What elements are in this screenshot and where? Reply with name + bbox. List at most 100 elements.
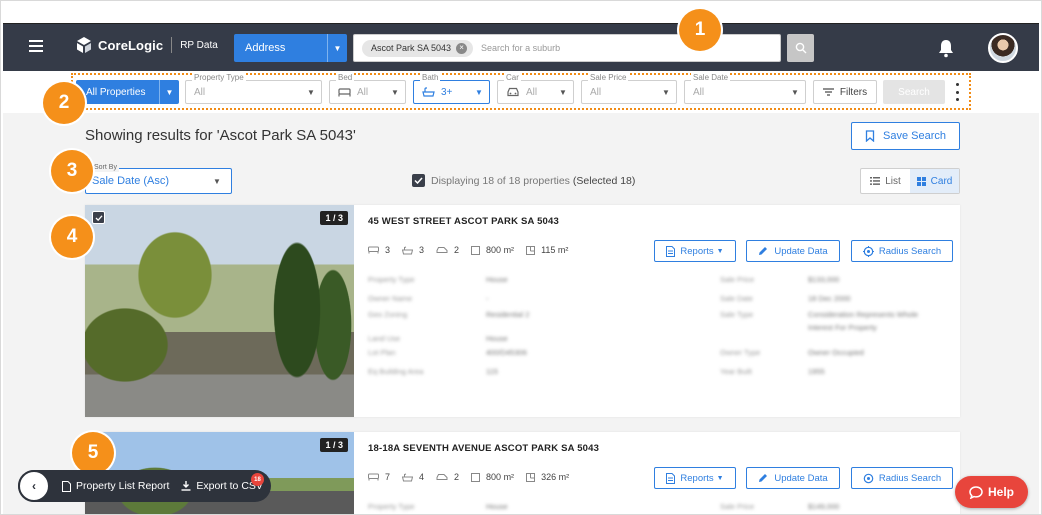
detail-key: Owner Name xyxy=(368,294,413,303)
check-icon xyxy=(414,177,423,184)
help-button[interactable]: Help xyxy=(955,476,1028,508)
bath-value: 3+ xyxy=(441,86,453,98)
detail-key: Property Type xyxy=(368,502,415,511)
corelogic-logo-icon xyxy=(77,37,91,53)
all-properties-select[interactable]: All Properties ▼ xyxy=(76,80,179,104)
bath-icon xyxy=(402,473,414,481)
sale-price-filter[interactable]: Sale Price All ▼ xyxy=(581,73,677,104)
car-icon xyxy=(436,474,448,480)
detail-key: Property Type xyxy=(368,275,415,284)
chevron-left-icon[interactable]: ‹ xyxy=(18,470,50,502)
sort-by-value: Sale Date (Asc) xyxy=(92,175,170,187)
select-all-toggle[interactable]: Displaying 18 of 18 properties (Selected… xyxy=(412,174,635,187)
reports-label: Reports xyxy=(680,245,714,257)
download-icon xyxy=(181,481,191,491)
user-avatar[interactable] xyxy=(988,33,1018,63)
land-size-icon xyxy=(471,245,481,255)
logo-divider xyxy=(171,37,173,53)
menu-icon[interactable] xyxy=(29,40,43,52)
detail-row: Interest For Property xyxy=(368,321,948,333)
list-view-button[interactable]: List xyxy=(861,169,910,193)
report-icon xyxy=(666,472,676,484)
bath-label: Bath xyxy=(420,73,441,83)
land-area-attr: 800 m² xyxy=(471,245,514,255)
detail-value: House xyxy=(486,333,508,343)
detail-key: Sale Price xyxy=(720,275,755,284)
caret-down-icon[interactable]: ▼ xyxy=(159,80,179,104)
logo[interactable]: CoreLogic RP Data xyxy=(75,36,218,54)
detail-value: Residential 2 xyxy=(486,310,530,319)
car-filter[interactable]: Car All ▼ xyxy=(497,73,574,104)
more-options-icon[interactable] xyxy=(956,83,960,101)
detail-row: Property Type House Sale Price $149,000 xyxy=(368,497,948,514)
sale-date-filter[interactable]: Sale Date All ▼ xyxy=(684,73,806,104)
pencil-icon xyxy=(759,474,768,482)
cars-count: 2 xyxy=(454,245,460,255)
chevron-down-icon: ▼ xyxy=(662,87,670,97)
property-address[interactable]: 18-18A SEVENTH AVENUE ASCOT PARK SA 5043 xyxy=(368,443,599,454)
beds-count: 3 xyxy=(385,245,391,255)
floor-area-attr: 326 m² xyxy=(526,472,569,482)
land-size-icon xyxy=(471,472,481,482)
address-select-label: Address xyxy=(245,42,286,54)
bed-filter[interactable]: Bed All ▼ xyxy=(329,73,406,104)
view-toggle: List Card xyxy=(860,168,960,194)
update-data-label: Update Data xyxy=(774,472,828,484)
update-data-button[interactable]: Update Data xyxy=(746,467,840,489)
detail-value: - xyxy=(486,294,489,303)
detail-value: House xyxy=(486,275,508,284)
beds-count: 7 xyxy=(385,472,391,482)
property-list-report-button[interactable]: Property List Report xyxy=(62,480,169,492)
address-search-type-select[interactable]: Address ▼ xyxy=(234,34,347,62)
chevron-down-icon: ▼ xyxy=(213,176,221,186)
search-placeholder: Search for a suburb xyxy=(481,43,561,53)
radius-search-button[interactable]: Radius Search xyxy=(851,467,953,489)
floor-plan-icon xyxy=(526,472,536,482)
detail-value: 115 xyxy=(486,367,498,376)
property-type-filter[interactable]: Property Type All ▼ xyxy=(185,73,322,104)
filters-button-label: Filters xyxy=(839,86,868,98)
card-view-button[interactable]: Card xyxy=(910,169,959,193)
close-icon[interactable]: × xyxy=(456,42,468,54)
radius-search-label: Radius Search xyxy=(878,245,942,257)
property-address[interactable]: 45 WEST STREET ASCOT PARK SA 5043 xyxy=(368,216,559,227)
select-all-checkbox[interactable] xyxy=(412,174,425,187)
search-icon xyxy=(795,42,806,54)
callout-badge-5: 5 xyxy=(72,432,114,474)
filters-button[interactable]: Filters xyxy=(813,80,877,104)
property-select-checkbox[interactable] xyxy=(92,211,105,224)
search-chip-label: Ascot Park SA 5043 xyxy=(371,43,452,53)
reports-button[interactable]: Reports ▼ xyxy=(654,467,736,489)
search-chip[interactable]: Ascot Park SA 5043 × xyxy=(362,39,474,57)
radius-search-button[interactable]: Radius Search xyxy=(851,240,953,262)
sale-date-value: All xyxy=(693,86,705,98)
callout-badge-1: 1 xyxy=(679,9,721,51)
list-view-label: List xyxy=(885,175,901,187)
save-search-label: Save Search xyxy=(883,130,946,142)
detail-key: Sale Type xyxy=(720,310,754,319)
search-button[interactable] xyxy=(787,34,814,62)
property-card[interactable]: 1 / 3 45 WEST STREET ASCOT PARK SA 5043 … xyxy=(85,205,960,417)
brand-name: CoreLogic xyxy=(98,37,164,53)
check-icon xyxy=(95,214,102,221)
bath-filter[interactable]: Bath 3+ ▼ xyxy=(413,73,490,104)
notification-bell-icon[interactable] xyxy=(937,38,955,63)
save-search-button[interactable]: Save Search xyxy=(851,122,960,150)
sort-by-select[interactable]: Sort By Sale Date (Asc) ▼ xyxy=(85,164,232,194)
bulk-action-bar: ‹ Property List Report Export to CSV xyxy=(18,470,271,502)
property-attributes: 7 4 2 800 m² 326 m² xyxy=(368,472,581,482)
caret-down-icon[interactable]: ▼ xyxy=(327,34,347,62)
property-photo[interactable]: 1 / 3 xyxy=(85,205,354,417)
callout-badge-4: 4 xyxy=(51,216,93,258)
detail-key: Geo Zoning xyxy=(368,310,408,319)
bath-icon xyxy=(402,246,414,254)
detail-value: 400/D45306 xyxy=(486,348,527,357)
update-data-button[interactable]: Update Data xyxy=(746,240,840,262)
chat-bubble-icon xyxy=(969,485,983,499)
detail-key: Owner Type xyxy=(720,348,761,357)
detail-key: Sale Date xyxy=(720,294,753,303)
reports-button[interactable]: Reports ▼ xyxy=(654,240,736,262)
filter-search-button[interactable]: Search xyxy=(883,80,945,104)
all-properties-label: All Properties xyxy=(86,86,146,98)
baths-count: 4 xyxy=(419,472,425,482)
